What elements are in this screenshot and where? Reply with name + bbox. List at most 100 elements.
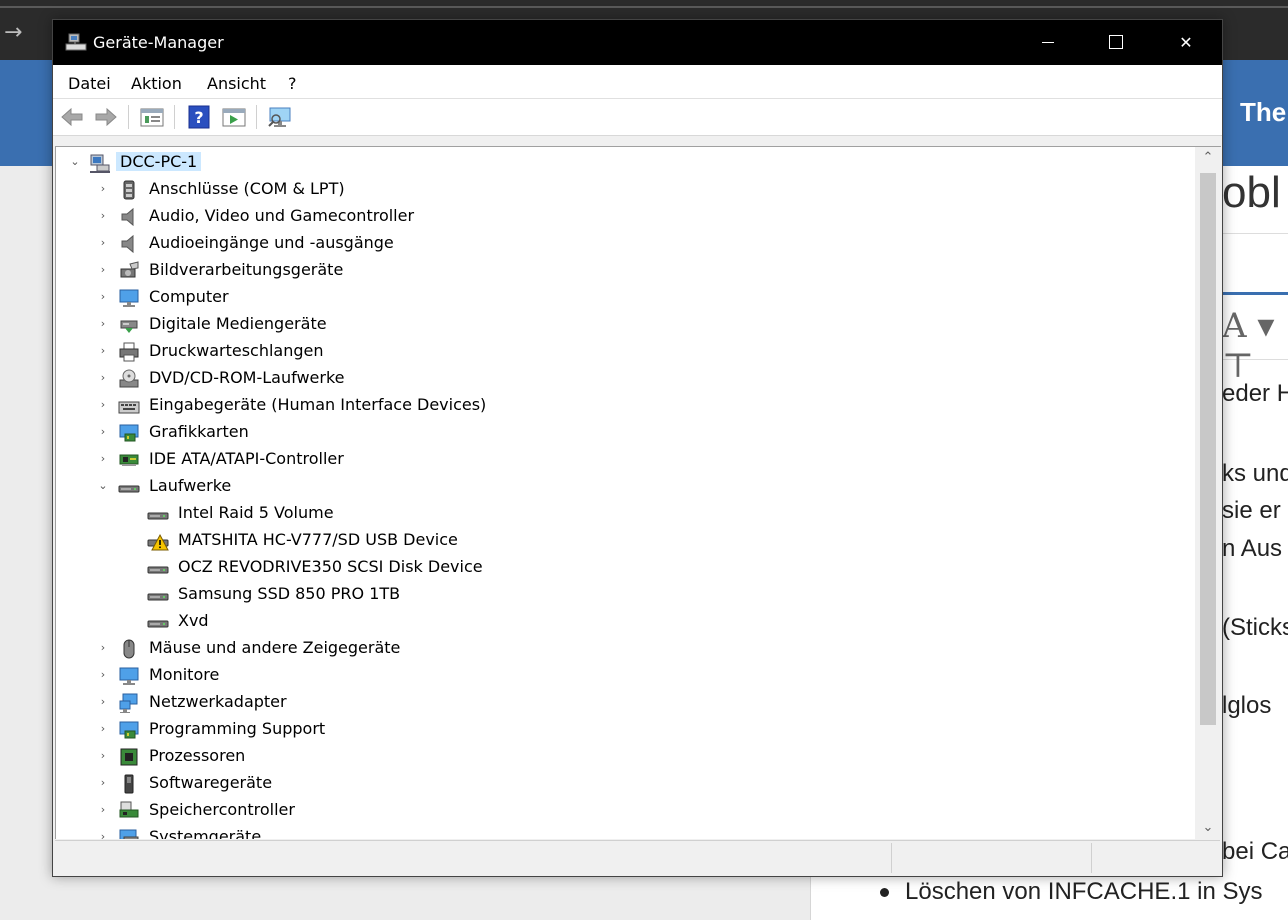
processor-icon: [120, 748, 138, 766]
expand-chevron-icon[interactable]: ›: [96, 803, 110, 817]
tree-category[interactable]: › Bildverarbeitungsgeräte: [56, 257, 1196, 284]
help-icon[interactable]: ?: [186, 105, 212, 129]
website-text-line: (Sticks: [1222, 614, 1288, 641]
tree-category[interactable]: › Programming Support: [56, 716, 1196, 743]
tree-category[interactable]: › Netzwerkadapter: [56, 689, 1196, 716]
menu-help[interactable]: ?: [288, 74, 297, 93]
expand-chevron-icon[interactable]: ›: [96, 776, 110, 790]
collapse-chevron-icon[interactable]: ⌄: [68, 155, 82, 169]
tree-device[interactable]: Samsung SSD 850 PRO 1TB: [56, 581, 1196, 608]
tree-category[interactable]: › Computer: [56, 284, 1196, 311]
scrollbar-thumb[interactable]: [1200, 173, 1216, 725]
storage-controller-icon: [119, 801, 139, 818]
tree-category[interactable]: ⌄ Laufwerke: [56, 473, 1196, 500]
expand-chevron-icon[interactable]: ›: [96, 668, 110, 682]
properties-icon[interactable]: [139, 105, 165, 129]
scroll-up-icon[interactable]: ⌃: [1195, 147, 1221, 169]
maximize-button[interactable]: [1093, 20, 1139, 65]
toolbar-separator: [174, 105, 175, 129]
disk-drive-icon: [147, 593, 169, 601]
expand-chevron-icon[interactable]: ›: [96, 830, 110, 839]
display-adapter-icon: [119, 721, 139, 739]
expand-chevron-icon[interactable]: ›: [96, 641, 110, 655]
tree-category[interactable]: › Softwaregeräte: [56, 770, 1196, 797]
menu-bar: Datei Aktion Ansicht ?: [53, 65, 1222, 99]
expand-chevron-icon[interactable]: ›: [96, 236, 110, 250]
website-divider: [1222, 233, 1288, 234]
software-device-icon: [124, 774, 134, 794]
system-device-icon: [119, 829, 139, 839]
port-icon: [123, 180, 135, 200]
media-device-icon: [120, 320, 138, 333]
expand-chevron-icon[interactable]: ›: [96, 749, 110, 763]
expand-chevron-icon[interactable]: ›: [96, 371, 110, 385]
tree-category-label: Audioeingänge und -ausgänge: [149, 233, 394, 252]
tree-device[interactable]: Intel Raid 5 Volume: [56, 500, 1196, 527]
expand-chevron-icon[interactable]: ›: [96, 722, 110, 736]
tree-device-label: OCZ REVODRIVE350 SCSI Disk Device: [178, 557, 483, 576]
tree-category[interactable]: › Druckwarteschlangen: [56, 338, 1196, 365]
expand-chevron-icon[interactable]: ›: [96, 182, 110, 196]
toolbar: ?: [53, 99, 1222, 136]
tree-category[interactable]: › Prozessoren: [56, 743, 1196, 770]
bullet-dot-icon: [880, 888, 889, 898]
website-text-line: eder H: [1222, 380, 1288, 407]
expand-chevron-icon[interactable]: ›: [96, 695, 110, 709]
tree-category[interactable]: › Audioeingänge und -ausgänge: [56, 230, 1196, 257]
tree-category[interactable]: › IDE ATA/ATAPI-Controller: [56, 446, 1196, 473]
scan-hardware-icon[interactable]: [267, 105, 293, 129]
menu-datei[interactable]: Datei: [68, 74, 111, 93]
browser-forward-arrow-icon[interactable]: →: [4, 20, 22, 45]
tree-category-label: Computer: [149, 287, 229, 306]
tree-device[interactable]: MATSHITA HC-V777/SD USB Device: [56, 527, 1196, 554]
expand-chevron-icon[interactable]: ›: [96, 452, 110, 466]
menu-ansicht[interactable]: Ansicht: [207, 74, 266, 93]
tree-category-label: Bildverarbeitungsgeräte: [149, 260, 344, 279]
expand-chevron-icon[interactable]: ›: [96, 290, 110, 304]
menu-aktion[interactable]: Aktion: [131, 74, 182, 93]
computer-root-icon: [90, 154, 110, 173]
tree-category-label: Laufwerke: [149, 476, 232, 495]
expand-chevron-icon[interactable]: ›: [96, 344, 110, 358]
device-tree[interactable]: ⌄ DCC-PC-1 › Anschlüsse (COM & LPT) › Audio, …: [55, 146, 1196, 839]
tree-category[interactable]: › Speichercontroller: [56, 797, 1196, 824]
expand-chevron-icon[interactable]: ›: [96, 317, 110, 331]
tree-category[interactable]: › Eingabegeräte (Human Interface Devices): [56, 392, 1196, 419]
expand-chevron-icon[interactable]: ›: [96, 398, 110, 412]
close-button[interactable]: ✕: [1163, 20, 1209, 65]
expand-chevron-icon[interactable]: ›: [96, 425, 110, 439]
svg-text:?: ?: [194, 108, 203, 127]
tree-device[interactable]: OCZ REVODRIVE350 SCSI Disk Device: [56, 554, 1196, 581]
tree-category[interactable]: › Digitale Mediengeräte: [56, 311, 1196, 338]
website-editor-toolbar-glyph[interactable]: A ▾ ⊤: [1222, 306, 1288, 386]
controller-icon: [119, 454, 139, 466]
tree-category[interactable]: › Mäuse und andere Zeigegeräte: [56, 635, 1196, 662]
disk-drive-icon: [147, 566, 169, 574]
forward-arrow-icon[interactable]: [93, 105, 119, 129]
title-bar[interactable]: Geräte-Manager ✕: [53, 20, 1222, 65]
tree-category[interactable]: › DVD/CD-ROM-Laufwerke: [56, 365, 1196, 392]
tree-category-label: Audio, Video und Gamecontroller: [149, 206, 415, 225]
expand-chevron-icon[interactable]: ›: [96, 263, 110, 277]
tree-category[interactable]: › Monitore: [56, 662, 1196, 689]
collapse-chevron-icon[interactable]: ⌄: [96, 479, 110, 493]
tree-device[interactable]: Xvd: [56, 608, 1196, 635]
website-text-line: bei Ca: [1222, 838, 1288, 865]
tree-device-label: Xvd: [178, 611, 209, 630]
tree-category[interactable]: › Grafikkarten: [56, 419, 1196, 446]
tree-root[interactable]: ⌄ DCC-PC-1: [56, 149, 1196, 176]
tree-category[interactable]: › Audio, Video und Gamecontroller: [56, 203, 1196, 230]
disk-drive-icon: [147, 512, 169, 520]
back-arrow-icon[interactable]: [59, 105, 85, 129]
tree-category[interactable]: › Anschlüsse (COM & LPT): [56, 176, 1196, 203]
toolbar-separator: [128, 105, 129, 129]
update-driver-icon[interactable]: [221, 105, 247, 129]
window-title: Geräte-Manager: [93, 33, 224, 52]
minimize-button[interactable]: [1025, 20, 1071, 65]
tree-category-label: Systemgeräte: [149, 827, 262, 839]
scroll-down-icon[interactable]: ⌄: [1195, 817, 1221, 839]
tree-category[interactable]: › Systemgeräte: [56, 824, 1196, 839]
expand-chevron-icon[interactable]: ›: [96, 209, 110, 223]
vertical-scrollbar[interactable]: ⌃ ⌄: [1195, 146, 1221, 839]
tree-device-label: Samsung SSD 850 PRO 1TB: [178, 584, 401, 603]
